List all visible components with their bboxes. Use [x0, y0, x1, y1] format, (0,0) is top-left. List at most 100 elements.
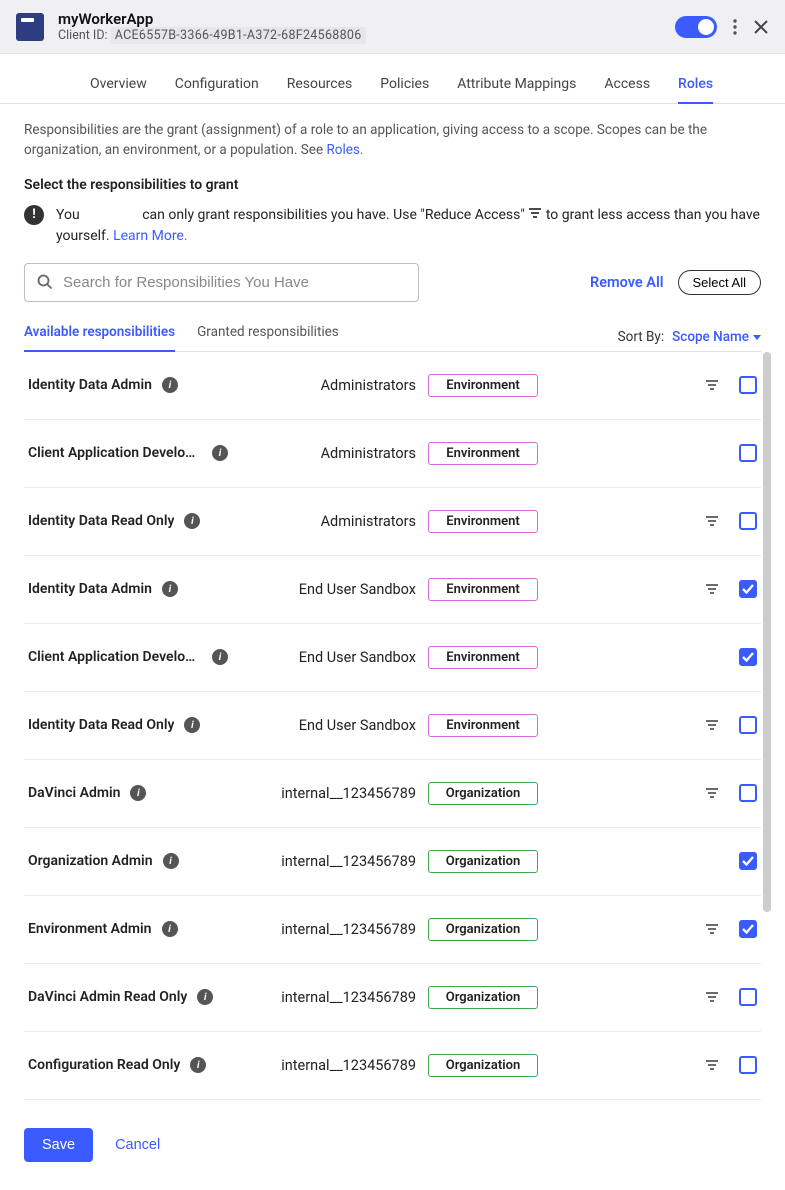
scope-cell: End User Sandbox [228, 717, 428, 734]
badge-cell: Organization [428, 1054, 558, 1077]
tab-roles[interactable]: Roles [678, 76, 713, 104]
role-cell: Organization Admin i [28, 853, 228, 869]
intro-part1: Responsibilities are the grant (assignme… [24, 122, 707, 158]
badge-cell: Environment [428, 510, 558, 533]
grant-checkbox[interactable] [739, 444, 757, 462]
badge-cell: Organization [428, 850, 558, 873]
info-text: You can only grant responsibilities you … [56, 205, 761, 247]
role-info-icon[interactable]: i [162, 581, 178, 597]
close-icon[interactable] [753, 19, 769, 35]
grant-checkbox[interactable] [739, 852, 757, 870]
subtab-available[interactable]: Available responsibilities [24, 324, 175, 352]
remove-all-link[interactable]: Remove All [590, 274, 664, 291]
responsibility-row: Client Application Developer iEnd User Sa… [24, 624, 761, 692]
tab-overview[interactable]: Overview [90, 76, 147, 103]
scope-type-badge: Organization [428, 850, 538, 873]
reduce-access-icon[interactable] [705, 716, 721, 735]
role-info-icon[interactable]: i [212, 445, 228, 461]
content-pane: Responsibilities are the grant (assignme… [0, 104, 785, 1100]
reduce-access-icon[interactable] [705, 784, 721, 803]
role-name: Identity Data Admin [28, 377, 152, 393]
role-name: Identity Data Admin [28, 581, 152, 597]
app-icon [16, 13, 44, 41]
role-info-icon[interactable]: i [212, 649, 228, 665]
grant-checkbox[interactable] [739, 648, 757, 666]
grant-checkbox[interactable] [739, 784, 757, 802]
learn-more-link[interactable]: Learn More. [113, 228, 187, 244]
badge-cell: Environment [428, 442, 558, 465]
tab-configuration[interactable]: Configuration [175, 76, 259, 103]
role-cell: Identity Data Read Onlyi [28, 717, 228, 733]
reduce-access-icon[interactable] [705, 920, 721, 939]
role-name: Client Application Developer [28, 649, 202, 665]
header-bar: myWorkerApp Client ID: ACE6557B-3366-49B… [0, 0, 785, 54]
info-part2: can only grant responsibilities you have… [142, 207, 525, 223]
role-info-icon[interactable]: i [184, 513, 200, 529]
role-info-icon[interactable]: i [130, 785, 146, 801]
row-actions [705, 988, 757, 1007]
reduce-access-icon[interactable] [705, 1056, 721, 1075]
tab-policies[interactable]: Policies [380, 76, 429, 103]
role-name: Organization Admin [28, 853, 153, 869]
scope-cell: Administrators [228, 377, 428, 394]
row-actions [705, 784, 757, 803]
scope-type-badge: Environment [428, 646, 538, 669]
role-info-icon[interactable]: i [190, 1057, 206, 1073]
scope-type-badge: Organization [428, 1054, 538, 1077]
row-actions [705, 648, 757, 667]
responsibility-row: Configuration Read Onlyiinternal__123456… [24, 1032, 761, 1100]
badge-cell: Environment [428, 646, 558, 669]
intro-text: Responsibilities are the grant (assignme… [24, 120, 761, 161]
scope-cell: internal__123456789 [228, 853, 428, 870]
tab-attribute-mappings[interactable]: Attribute Mappings [457, 76, 576, 103]
save-button[interactable]: Save [24, 1128, 93, 1162]
sort-label: Sort By: [618, 329, 664, 345]
subtabs-row: Available responsibilities Granted respo… [24, 324, 761, 352]
reduce-access-icon[interactable] [705, 580, 721, 599]
role-info-icon[interactable]: i [162, 921, 178, 937]
scope-cell: internal__123456789 [228, 785, 428, 802]
scope-type-badge: Organization [428, 986, 538, 1009]
row-actions [705, 716, 757, 735]
role-info-icon[interactable]: i [197, 989, 213, 1005]
reduce-access-icon[interactable] [705, 988, 721, 1007]
scope-type-badge: Environment [428, 442, 538, 465]
sort-dropdown[interactable]: Scope Name [672, 329, 761, 345]
grant-checkbox[interactable] [739, 512, 757, 530]
grant-checkbox[interactable] [739, 988, 757, 1006]
tab-access[interactable]: Access [604, 76, 650, 103]
scope-cell: End User Sandbox [228, 649, 428, 666]
reduce-access-icon[interactable] [705, 512, 721, 531]
select-all-button[interactable]: Select All [678, 270, 761, 295]
grant-checkbox[interactable] [739, 376, 757, 394]
reduce-access-icon [528, 205, 542, 226]
subtab-granted[interactable]: Granted responsibilities [197, 324, 339, 351]
grant-checkbox[interactable] [739, 1056, 757, 1074]
more-menu-icon[interactable] [733, 19, 737, 35]
cancel-button[interactable]: Cancel [115, 1137, 160, 1153]
role-info-icon[interactable]: i [163, 853, 179, 869]
search-input[interactable] [63, 274, 406, 291]
row-actions [705, 376, 757, 395]
role-cell: Identity Data Admin i [28, 377, 228, 393]
enabled-toggle[interactable] [675, 16, 717, 38]
scope-cell: internal__123456789 [228, 921, 428, 938]
role-info-icon[interactable]: i [162, 377, 178, 393]
role-name: Client Application Developer [28, 445, 202, 461]
scope-type-badge: Organization [428, 782, 538, 805]
role-info-icon[interactable]: i [184, 717, 200, 733]
badge-cell: Environment [428, 374, 558, 397]
search-box[interactable] [24, 263, 419, 302]
grant-checkbox[interactable] [739, 716, 757, 734]
tab-resources[interactable]: Resources [287, 76, 353, 103]
responsibility-row: Identity Data Read OnlyiEnd User Sandbox… [24, 692, 761, 760]
responsibility-row: DaVinci Adminiinternal__123456789Organiz… [24, 760, 761, 828]
responsibility-row: Environment Adminiinternal__123456789Org… [24, 896, 761, 964]
intro-roles-link[interactable]: Roles [326, 142, 359, 158]
scope-cell: Administrators [228, 513, 428, 530]
grant-checkbox[interactable] [739, 920, 757, 938]
scrollbar[interactable] [763, 352, 771, 912]
reduce-access-icon[interactable] [705, 376, 721, 395]
grant-checkbox[interactable] [739, 580, 757, 598]
select-heading: Select the responsibilities to grant [24, 177, 761, 193]
